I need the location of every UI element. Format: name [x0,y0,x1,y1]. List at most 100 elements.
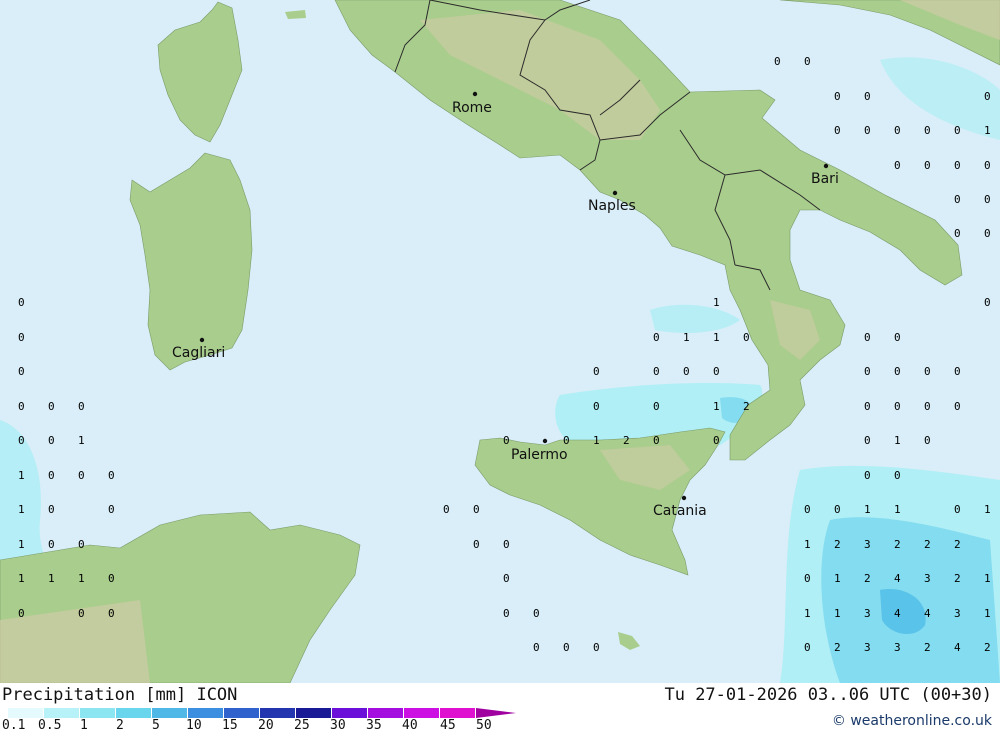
legend-swatch [188,708,224,718]
precip-value: 0 [864,365,871,378]
map-canvas: Rome Bari Naples Cagliari Palermo Catani… [0,0,1000,683]
legend-label: 1 [80,718,88,733]
precip-value: 4 [894,572,901,585]
precip-value: 0 [713,434,720,447]
precip-value: 0 [108,607,115,620]
legend-swatch [116,708,152,718]
precip-value: 0 [894,159,901,172]
legend-swatch [260,708,296,718]
precip-value: 4 [954,641,961,654]
precip-value: 0 [48,469,55,482]
precip-value: 0 [473,538,480,551]
precip-value: 1 [48,572,55,585]
precip-value: 1 [984,124,991,137]
precip-value: 1 [834,607,841,620]
precip-value: 0 [108,572,115,585]
precip-value: 0 [48,503,55,516]
precip-value: 1 [18,469,25,482]
precip-value: 0 [954,503,961,516]
precip-value: 0 [864,400,871,413]
precip-value: 1 [713,296,720,309]
precip-value: 4 [924,607,931,620]
precip-value: 0 [503,538,510,551]
precip-value: 0 [593,365,600,378]
precip-value: 2 [954,572,961,585]
precip-value: 0 [503,572,510,585]
legend-label: 45 [440,718,456,733]
precip-value: 0 [894,124,901,137]
precip-value: 0 [924,159,931,172]
precip-value: 0 [984,296,991,309]
precip-value: 0 [653,365,660,378]
precip-value: 0 [984,227,991,240]
precip-value: 0 [864,90,871,103]
precip-value: 0 [713,365,720,378]
precip-value: 0 [804,55,811,68]
legend-label: 0.5 [38,718,62,733]
legend-label: 30 [330,718,346,733]
precip-value: 3 [864,607,871,620]
legend-swatch [44,708,80,718]
precip-value: 1 [78,572,85,585]
city-label-rome: Rome [452,100,492,116]
precip-value: 0 [894,331,901,344]
precip-value: 0 [78,400,85,413]
precip-value: 0 [804,572,811,585]
precip-value: 0 [108,503,115,516]
precip-value: 0 [894,469,901,482]
precip-value: 0 [653,434,660,447]
legend-label: 0.1 [2,718,26,733]
legend-arrow [476,708,516,718]
legend-swatch [224,708,260,718]
forecast-datetime: Tu 27-01-2026 03..06 UTC (00+30) [664,685,992,705]
precip-value: 1 [78,434,85,447]
legend-label: 5 [152,718,160,733]
legend-label: 50 [476,718,492,733]
precip-value: 0 [78,538,85,551]
precip-value: 2 [864,572,871,585]
precip-value: 0 [864,469,871,482]
legend-swatch [368,708,404,718]
legend-labels: 0.1 0.5 1 2 5 10 15 20 25 30 35 40 45 50 [0,718,560,734]
precip-value: 3 [954,607,961,620]
precip-value: 0 [18,296,25,309]
legend-label: 10 [186,718,202,733]
precip-value: 0 [18,434,25,447]
legend-color-bar [8,708,476,718]
map-title: Precipitation [mm] ICON [2,685,238,705]
precip-value: 0 [804,641,811,654]
precipitation-map: Rome Bari Naples Cagliari Palermo Catani… [0,0,1000,683]
precip-value: 3 [864,641,871,654]
precip-value: 0 [503,434,510,447]
precip-value: 1 [804,538,811,551]
precip-value: 2 [834,641,841,654]
legend-label: 2 [116,718,124,733]
precip-value: 0 [78,607,85,620]
precip-value: 1 [984,607,991,620]
precip-value: 0 [78,469,85,482]
legend-swatch [296,708,332,718]
precip-value: 1 [18,572,25,585]
precip-value: 0 [774,55,781,68]
precip-value: 0 [954,227,961,240]
precip-value: 0 [533,607,540,620]
precip-value: 1 [894,503,901,516]
precip-value: 0 [894,365,901,378]
precip-value: 0 [954,400,961,413]
precip-value: 0 [563,641,570,654]
precip-value: 0 [563,434,570,447]
precip-value: 1 [804,607,811,620]
precip-value: 2 [984,641,991,654]
precip-value: 0 [984,90,991,103]
city-label-naples: Naples [588,198,636,214]
precip-value: 2 [743,400,750,413]
precip-value: 0 [954,124,961,137]
precip-value: 1 [984,572,991,585]
legend-swatch [440,708,476,718]
city-dot-cagliari [199,337,205,343]
city-dot-bari [823,163,829,169]
credit-link[interactable]: © weatheronline.co.uk [832,713,992,729]
precip-value: 2 [894,538,901,551]
precip-value: 4 [894,607,901,620]
precip-value: 0 [864,331,871,344]
